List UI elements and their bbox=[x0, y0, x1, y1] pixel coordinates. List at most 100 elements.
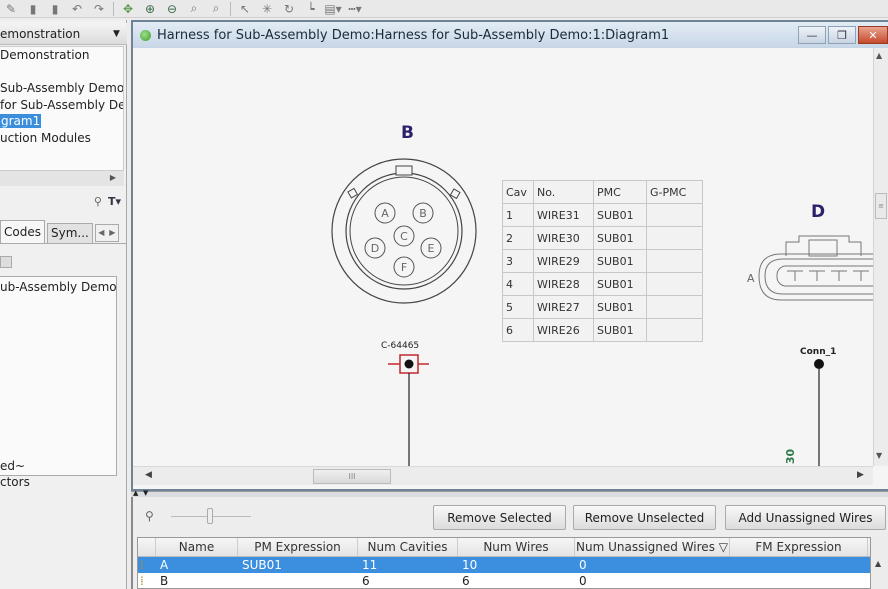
redo-icon[interactable]: ↷ bbox=[88, 1, 110, 17]
window-titlebar[interactable]: Harness for Sub-Assembly Demo:Harness fo… bbox=[133, 22, 888, 48]
connector-d-side-label: A bbox=[747, 272, 755, 285]
tree-item[interactable] bbox=[0, 64, 123, 81]
tab-codes[interactable]: Codes bbox=[0, 220, 45, 243]
paste-icon[interactable]: ▮ bbox=[44, 1, 66, 17]
zoom-in-icon[interactable]: ⊕ bbox=[139, 1, 161, 17]
step-icon[interactable]: ┕ bbox=[300, 1, 322, 17]
grid-cell-name: A bbox=[160, 558, 169, 572]
scroll-right-icon[interactable]: ▶ bbox=[110, 173, 116, 182]
pin-table-row[interactable]: 2 WIRE30 SUB01 bbox=[502, 226, 703, 250]
zoom-fit-icon[interactable]: ⌕ bbox=[205, 1, 227, 17]
project-dropdown[interactable]: emonstration ▼ bbox=[0, 23, 127, 45]
tree-item[interactable]: Sub-Assembly Demo bbox=[0, 80, 123, 97]
scroll-up-icon[interactable]: ▲ bbox=[876, 51, 882, 60]
tree-horizontal-scrollbar[interactable]: ▶ bbox=[0, 170, 124, 186]
tree-item[interactable]: for Sub-Assembly De bbox=[0, 97, 123, 114]
search-icon[interactable]: ⚲ bbox=[94, 195, 102, 208]
grid-header-fm-expression[interactable]: FM Expression bbox=[730, 538, 868, 556]
grid-vertical-scrollbar[interactable]: ▲ bbox=[871, 537, 888, 589]
tree-item[interactable]: uction Modules bbox=[0, 130, 123, 147]
rotate-icon[interactable]: ↻ bbox=[278, 1, 300, 17]
filter-type-icon[interactable]: T▾ bbox=[108, 195, 121, 208]
grid-header-pm-expression[interactable]: PM Expression bbox=[238, 538, 358, 556]
tab-scroll-right-icon[interactable]: ▶ bbox=[107, 225, 118, 241]
restore-button[interactable]: ❐ bbox=[828, 26, 856, 44]
splitter-up-icon[interactable]: ▲ bbox=[133, 489, 138, 497]
grid-cell-pm-expression bbox=[238, 573, 358, 589]
left-bottom-line: ed~ bbox=[0, 459, 26, 473]
zoom-area-icon[interactable]: ⌕ bbox=[183, 1, 205, 17]
connectors-grid: Name PM Expression Num Cavities Num Wire… bbox=[137, 537, 871, 589]
connector-row-icon: ⁞ bbox=[140, 574, 144, 588]
minimize-button[interactable]: — bbox=[798, 26, 826, 44]
pin-table-cell: 3 bbox=[502, 249, 534, 273]
pin-table-cell bbox=[646, 318, 703, 342]
diagram-canvas[interactable]: B ABCDEF C-64465 Cav No. PMC G-PMC 1 WIR… bbox=[133, 48, 873, 466]
pin-table-cell: SUB01 bbox=[593, 249, 647, 273]
connector-b-symbol[interactable]: A BC D E F bbox=[331, 158, 481, 308]
pin-table-cell: WIRE28 bbox=[533, 272, 594, 296]
grid-row[interactable]: ⁞ B 6 6 0 bbox=[138, 573, 870, 589]
grid-cell-fm-expression bbox=[730, 573, 868, 589]
pin-table-row[interactable]: 1 WIRE31 SUB01 bbox=[502, 203, 703, 227]
pin-table-header-cell: G-PMC bbox=[646, 180, 703, 204]
diagram-vertical-scrollbar[interactable]: ▲ ≡ ▼ bbox=[873, 48, 888, 466]
close-button[interactable]: ✕ bbox=[858, 26, 888, 44]
connector-d-pin[interactable] bbox=[809, 356, 829, 466]
connector-d-label: D bbox=[811, 202, 826, 222]
left-bottom-line: ctors bbox=[0, 475, 30, 489]
select-pointer-icon[interactable]: ↖ bbox=[234, 1, 256, 17]
scroll-down-icon[interactable]: ▼ bbox=[876, 451, 882, 460]
pin-table-cell: SUB01 bbox=[593, 295, 647, 319]
pin-table-row[interactable]: 6 WIRE26 SUB01 bbox=[502, 318, 703, 342]
connector-b-pin-marker[interactable] bbox=[383, 350, 433, 466]
splitter-down-icon[interactable]: ▼ bbox=[143, 489, 148, 497]
grid-header-name[interactable]: Name bbox=[156, 538, 238, 556]
scroll-left-icon[interactable]: ◀ bbox=[145, 470, 152, 480]
undo-icon[interactable]: ↶ bbox=[66, 1, 88, 17]
pin-table-cell: WIRE26 bbox=[533, 318, 594, 342]
wire-tool-icon[interactable]: ✎ bbox=[0, 1, 22, 17]
connector-b-key bbox=[395, 165, 413, 176]
scroll-right-icon[interactable]: ▶ bbox=[857, 470, 864, 480]
tab-symbols[interactable]: Sym... bbox=[46, 223, 93, 243]
connector-d-pin-dot bbox=[814, 359, 824, 369]
pin-table-header-cell: PMC bbox=[593, 180, 647, 204]
restore-icon: ❐ bbox=[837, 28, 847, 42]
toolbar-separator bbox=[230, 1, 231, 16]
grid-header-num-unassigned-wires[interactable]: Num Unassigned Wires ▽ bbox=[575, 538, 730, 556]
grid-header-num-wires[interactable]: Num Wires bbox=[458, 538, 575, 556]
diagram-horizontal-scrollbar[interactable]: ◀ III ▶ bbox=[133, 466, 873, 485]
pin-table-cell: SUB01 bbox=[593, 226, 647, 250]
pin-table: Cav No. PMC G-PMC 1 WIRE31 SUB01 2 WIRE30 SUB… bbox=[502, 180, 703, 342]
grid-cell-num-unassigned: 0 bbox=[579, 574, 587, 588]
line-style-icon[interactable]: ┅▾ bbox=[344, 1, 366, 17]
pan-icon[interactable]: ✥ bbox=[117, 1, 139, 17]
horizontal-scroll-thumb[interactable]: III bbox=[313, 469, 391, 484]
tab-navigation: ◀ ▶ bbox=[94, 224, 119, 242]
pin-table-row[interactable]: 3 WIRE29 SUB01 bbox=[502, 249, 703, 273]
vertical-scroll-thumb[interactable]: ≡ bbox=[875, 193, 887, 219]
remove-unselected-button[interactable]: Remove Unselected bbox=[573, 505, 716, 530]
sparkle-icon[interactable]: ✳ bbox=[256, 1, 278, 17]
grid-header-cell[interactable] bbox=[138, 538, 156, 556]
connector-row-icon: ⁞ bbox=[140, 558, 144, 572]
pin-table-row[interactable]: 5 WIRE27 SUB01 bbox=[502, 295, 703, 319]
tab-scroll-left-icon[interactable]: ◀ bbox=[96, 225, 107, 241]
copy-icon[interactable]: ▮ bbox=[22, 1, 44, 17]
scroll-up-icon[interactable]: ▲ bbox=[875, 559, 881, 568]
grid-row[interactable]: ⁞ A SUB01 11 10 0 bbox=[138, 557, 870, 573]
pin-table-row[interactable]: 4 WIRE28 SUB01 bbox=[502, 272, 703, 296]
add-unassigned-wires-button[interactable]: Add Unassigned Wires bbox=[725, 505, 886, 530]
align-icon[interactable]: ▤▾ bbox=[322, 1, 344, 17]
collapse-icon[interactable] bbox=[0, 256, 12, 268]
grid-header-num-cavities[interactable]: Num Cavities bbox=[358, 538, 458, 556]
tree-item[interactable]: Demonstration bbox=[0, 47, 123, 64]
zoom-slider-knob[interactable] bbox=[207, 508, 213, 524]
remove-selected-button[interactable]: Remove Selected bbox=[433, 505, 566, 530]
connector-d-symbol[interactable]: A bbox=[741, 226, 873, 326]
zoom-out-icon[interactable]: ⊖ bbox=[161, 1, 183, 17]
zoom-slider[interactable] bbox=[171, 508, 251, 524]
tree-item-selected[interactable]: gram1 bbox=[0, 113, 123, 130]
list-item[interactable]: ub-Assembly Demo bbox=[0, 277, 116, 294]
